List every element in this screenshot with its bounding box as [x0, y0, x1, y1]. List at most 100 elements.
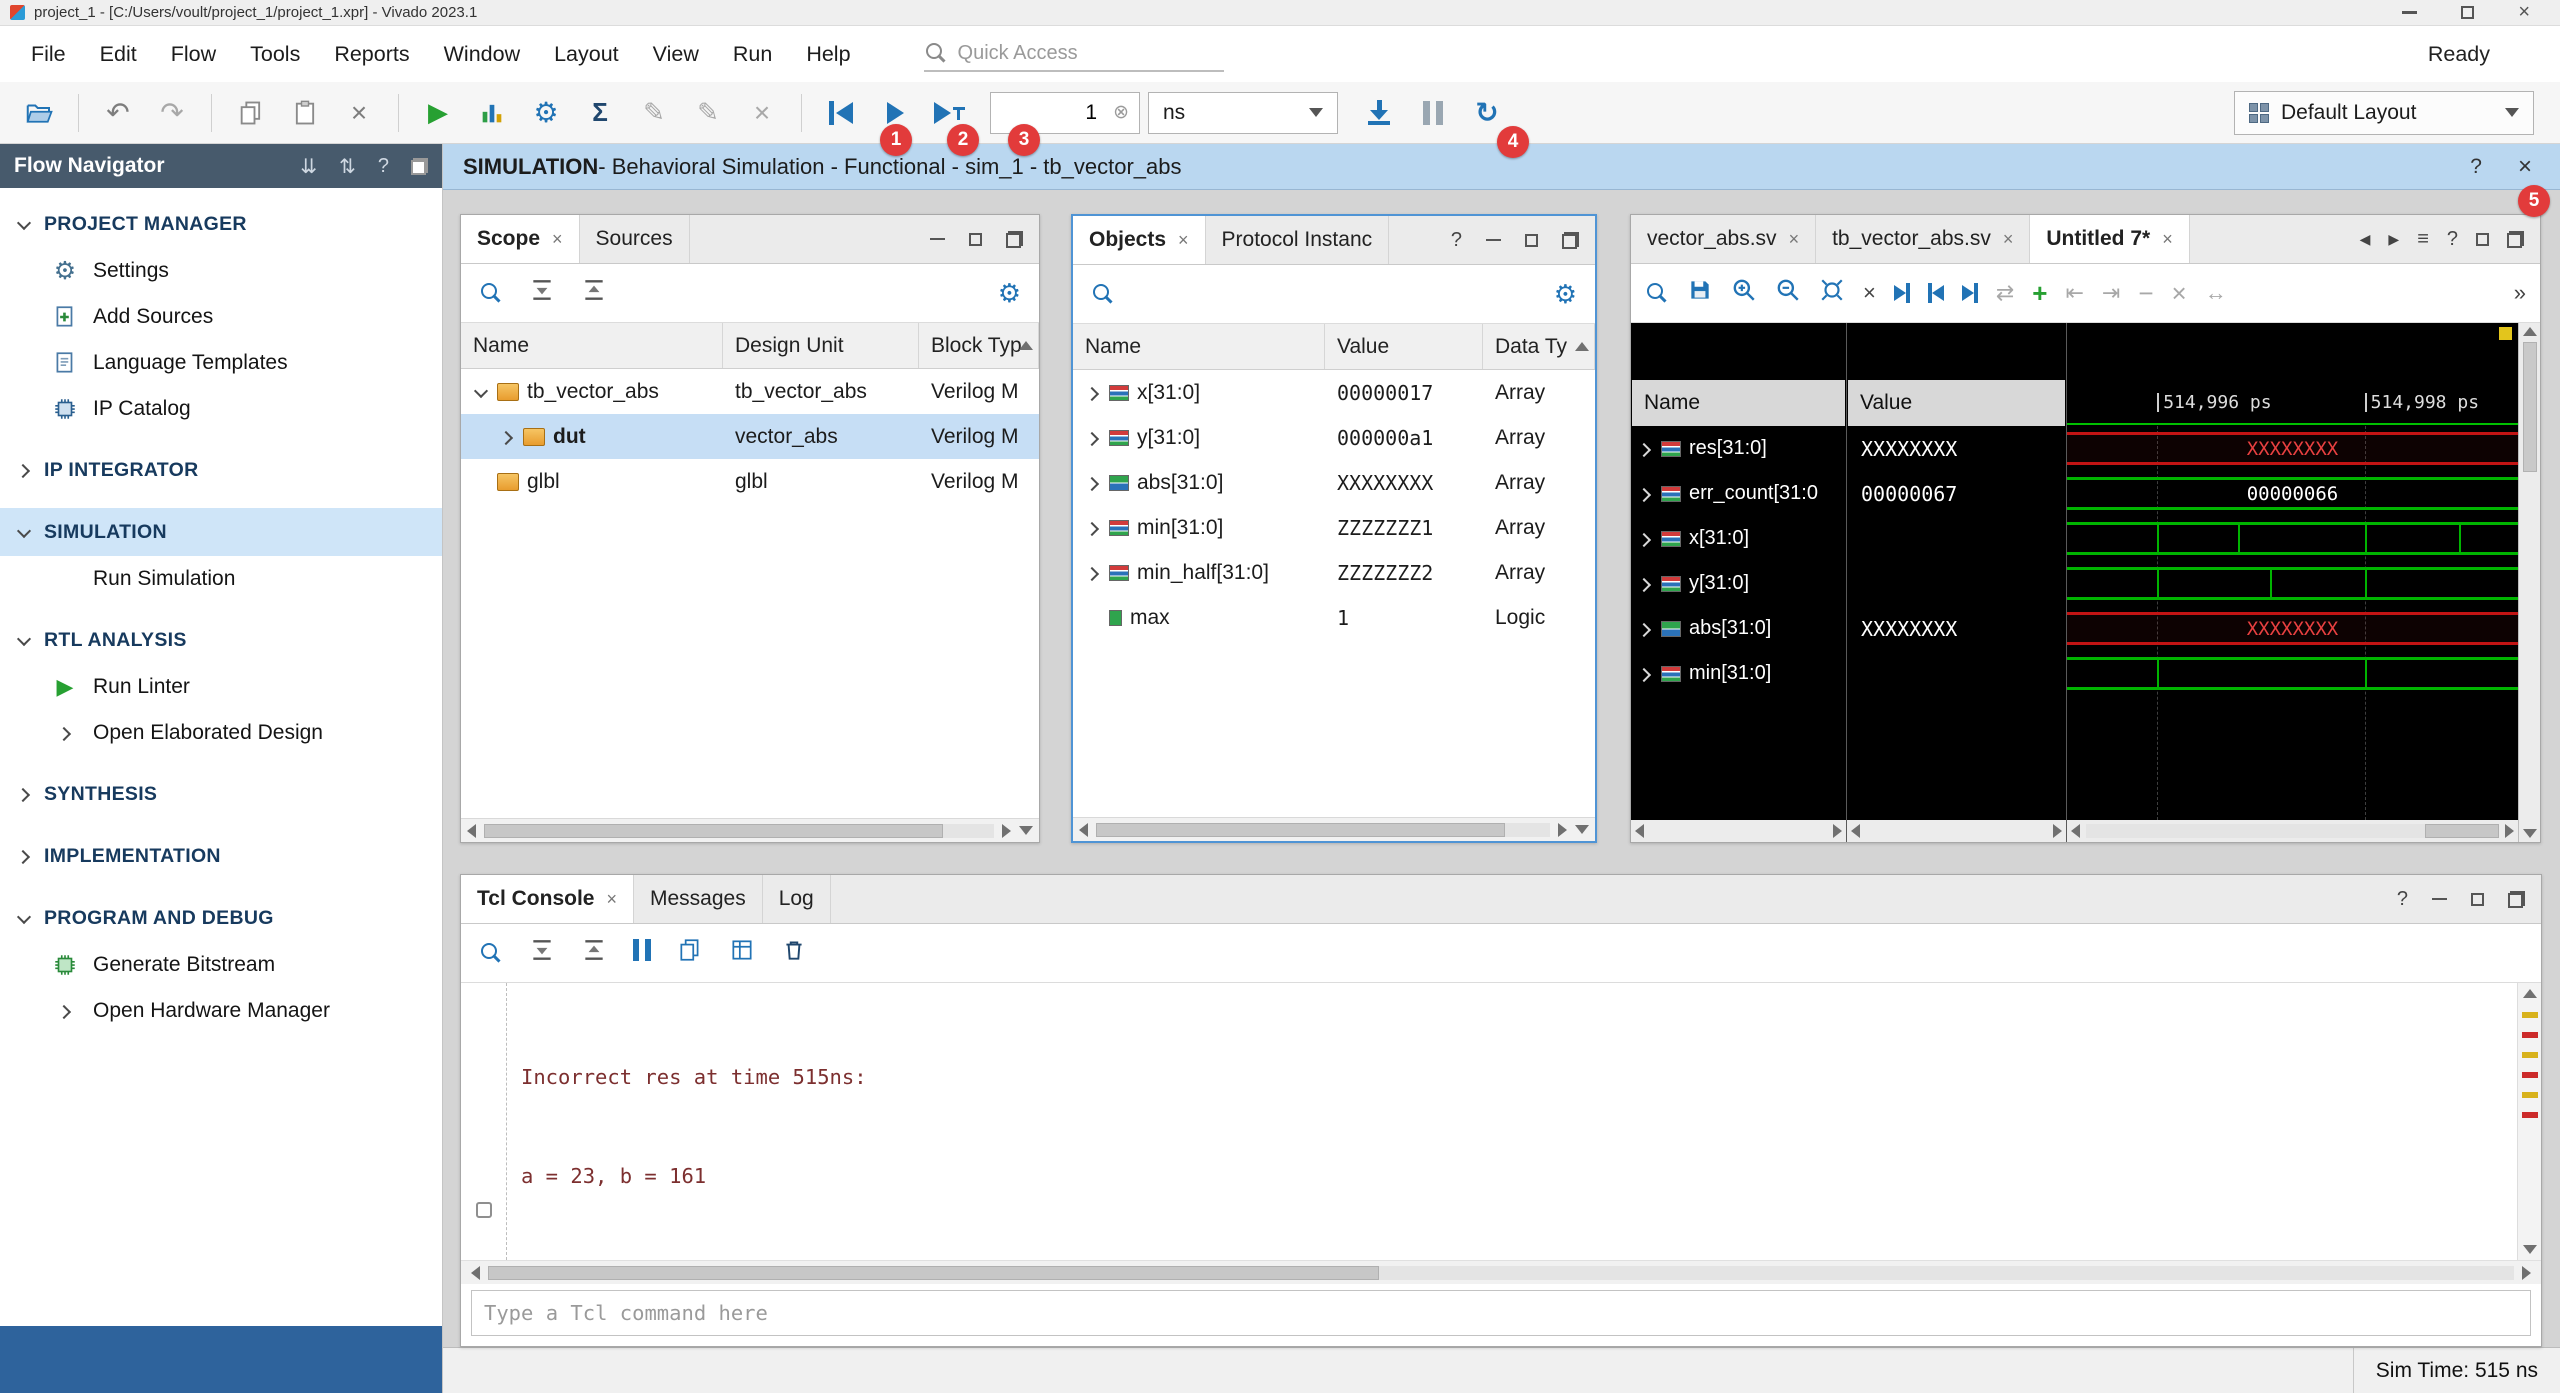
- settings-button[interactable]: ⚙: [523, 90, 569, 136]
- scroll-right-icon[interactable]: [2053, 824, 2062, 838]
- close-icon[interactable]: ×: [1789, 229, 1800, 250]
- waveform-plot[interactable]: 514,996 ps 514,998 ps XXXXXXXX 00000066 …: [2067, 323, 2518, 842]
- window-minimize-button[interactable]: [2402, 11, 2417, 14]
- wave-value-row[interactable]: XXXXXXXX: [1847, 426, 2066, 471]
- sidebar-section-rtl-analysis[interactable]: RTL ANALYSIS: [0, 616, 442, 664]
- scroll-left-icon[interactable]: [1851, 824, 1860, 838]
- tab-vector-abs-sv[interactable]: vector_abs.sv ×: [1631, 215, 1816, 263]
- tab-scroll-left-icon[interactable]: ◀: [2360, 231, 2371, 248]
- help-icon[interactable]: ?: [1451, 229, 1462, 252]
- table-row[interactable]: abs[31:0] XXXXXXXX Array: [1073, 460, 1595, 505]
- sidebar-section-project-manager[interactable]: PROJECT MANAGER: [0, 200, 442, 248]
- float-icon[interactable]: [2507, 231, 2524, 248]
- wave-signal-row[interactable]: y[31:0]: [1631, 561, 1846, 606]
- minimize-icon[interactable]: [930, 238, 945, 241]
- search-icon[interactable]: [1091, 282, 1115, 306]
- chevron-right-icon[interactable]: [1637, 621, 1653, 637]
- next-transition-icon[interactable]: [1962, 283, 1978, 303]
- chevron-right-icon[interactable]: [1637, 531, 1653, 547]
- redo-button[interactable]: ↷: [149, 90, 195, 136]
- wave-signal-row[interactable]: x[31:0]: [1631, 516, 1846, 561]
- overflow-icon[interactable]: »: [2514, 280, 2526, 306]
- table-row[interactable]: x[31:0] 00000017 Array: [1073, 370, 1595, 415]
- marker-flag-icon[interactable]: [2499, 327, 2512, 340]
- table-row[interactable]: min[31:0] ZZZZZZZ1 Array: [1073, 505, 1595, 550]
- close-icon[interactable]: ×: [1178, 230, 1189, 251]
- scroll-right-icon[interactable]: [1002, 824, 1011, 838]
- chevron-down-icon[interactable]: [473, 384, 489, 400]
- scroll-left-icon[interactable]: [471, 1266, 480, 1280]
- close-icon[interactable]: ×: [2003, 229, 2014, 250]
- restart-simulation-button[interactable]: [818, 90, 864, 136]
- gear-icon[interactable]: ⚙: [1554, 279, 1577, 310]
- menu-view[interactable]: View: [636, 42, 716, 67]
- window-maximize-button[interactable]: [2461, 6, 2474, 19]
- zoom-cursor-icon[interactable]: ×: [1863, 280, 1876, 306]
- clear-time-icon[interactable]: ⊗: [1113, 101, 1129, 124]
- menu-file[interactable]: File: [14, 42, 83, 67]
- edit-constraints-button[interactable]: ✎: [631, 90, 677, 136]
- time-unit-select[interactable]: ns: [1148, 92, 1338, 134]
- chevron-right-icon[interactable]: [1085, 385, 1101, 401]
- horizontal-scrollbar[interactable]: [461, 818, 1039, 842]
- scroll-up-icon[interactable]: [2523, 327, 2537, 336]
- scroll-up-icon[interactable]: [2523, 989, 2537, 998]
- clear-console-icon[interactable]: [781, 937, 807, 969]
- scroll-down-icon[interactable]: [2523, 1245, 2537, 1254]
- table-row-selected[interactable]: dut vector_abs Verilog M: [461, 414, 1039, 459]
- save-waveform-icon[interactable]: [1687, 277, 1713, 309]
- tab-tb-vector-abs-sv[interactable]: tb_vector_abs.sv ×: [1816, 215, 2030, 263]
- help-icon[interactable]: ?: [2397, 888, 2408, 911]
- table-row[interactable]: glbl glbl Verilog M: [461, 459, 1039, 504]
- help-icon[interactable]: ?: [2470, 155, 2482, 179]
- close-icon[interactable]: ×: [2518, 153, 2532, 181]
- expand-all-icon[interactable]: [581, 937, 607, 969]
- scroll-left-icon[interactable]: [2071, 824, 2080, 838]
- sidebar-section-implementation[interactable]: IMPLEMENTATION: [0, 832, 442, 880]
- sidebar-item-language-templates[interactable]: Language Templates: [0, 340, 442, 386]
- scroll-down-icon[interactable]: [2523, 829, 2537, 838]
- maximize-icon[interactable]: [2471, 893, 2484, 906]
- cancel-button[interactable]: ×: [739, 90, 785, 136]
- edit-button[interactable]: ✎: [685, 90, 731, 136]
- sidebar-item-open-elaborated-design[interactable]: Open Elaborated Design: [0, 710, 442, 756]
- help-icon[interactable]: ?: [2447, 228, 2458, 251]
- swap-cursor-icon[interactable]: ⇄: [1996, 280, 2014, 306]
- menu-help[interactable]: Help: [789, 42, 867, 67]
- horizontal-scrollbar[interactable]: [1847, 820, 2066, 842]
- copy-button[interactable]: [228, 90, 274, 136]
- minimize-icon[interactable]: [1486, 239, 1501, 242]
- minimize-icon[interactable]: [2432, 898, 2447, 901]
- horizontal-scrollbar[interactable]: [2067, 820, 2518, 842]
- sidebar-item-generate-bitstream[interactable]: Generate Bitstream: [0, 942, 442, 988]
- reports-button[interactable]: [469, 90, 515, 136]
- tab-sources[interactable]: Sources: [580, 215, 690, 263]
- close-icon[interactable]: ×: [2162, 229, 2173, 250]
- sidebar-item-ip-catalog[interactable]: IP Catalog: [0, 386, 442, 432]
- next-marker-icon[interactable]: ⇥: [2102, 280, 2120, 306]
- sidebar-section-ip-integrator[interactable]: IP INTEGRATOR: [0, 446, 442, 494]
- column-header-name[interactable]: Name: [461, 323, 723, 368]
- tab-protocol-instances[interactable]: Protocol Instanc: [1206, 216, 1390, 264]
- search-icon[interactable]: [1645, 281, 1669, 305]
- gear-icon[interactable]: ⚙: [998, 278, 1021, 309]
- wave-signal-row[interactable]: res[31:0]: [1631, 426, 1846, 471]
- window-close-button[interactable]: ×: [2518, 1, 2530, 24]
- scroll-down-icon[interactable]: [1575, 825, 1589, 834]
- wave-value-row[interactable]: [1847, 561, 2066, 606]
- wave-signal-row[interactable]: abs[31:0]: [1631, 606, 1846, 651]
- delete-button[interactable]: ×: [336, 90, 382, 136]
- tab-objects[interactable]: Objects ×: [1073, 216, 1206, 264]
- scroll-right-icon[interactable]: [2522, 1266, 2531, 1280]
- scroll-right-icon[interactable]: [2505, 824, 2514, 838]
- menu-window[interactable]: Window: [427, 42, 537, 67]
- horizontal-scrollbar[interactable]: [1631, 820, 1846, 842]
- chevron-right-icon[interactable]: [1085, 475, 1101, 491]
- sidebar-item-add-sources[interactable]: Add Sources: [0, 294, 442, 340]
- float-icon[interactable]: [1006, 231, 1023, 248]
- paste-button[interactable]: [282, 90, 328, 136]
- scroll-down-icon[interactable]: [1019, 826, 1033, 835]
- zoom-out-icon[interactable]: [1775, 277, 1801, 309]
- column-header-value[interactable]: Value: [1848, 380, 2065, 426]
- table-row[interactable]: tb_vector_abs tb_vector_abs Verilog M: [461, 369, 1039, 414]
